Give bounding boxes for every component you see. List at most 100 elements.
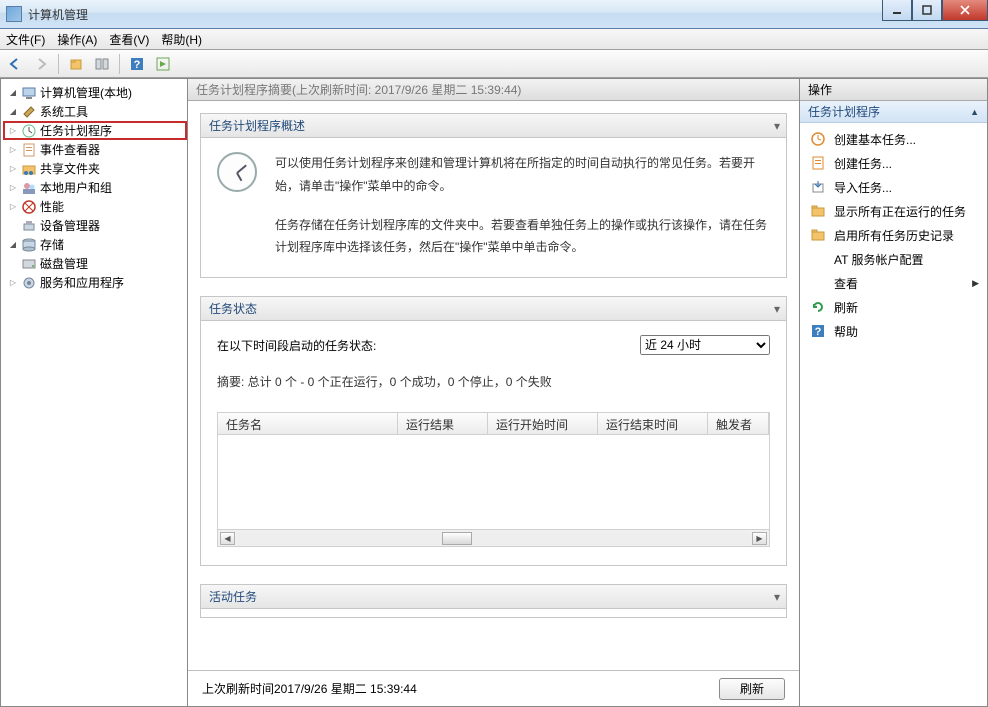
- help-button[interactable]: ?: [126, 53, 148, 75]
- tree-shared-folders-label: 共享文件夹: [40, 160, 100, 177]
- actions-subhead[interactable]: 任务计划程序 ▲: [800, 101, 987, 123]
- clock-icon: [21, 123, 37, 139]
- tree-local-users[interactable]: 本地用户和组: [5, 178, 187, 197]
- storage-icon: [21, 237, 37, 253]
- active-tasks-title: 活动任务: [209, 588, 257, 605]
- forward-button[interactable]: [30, 53, 52, 75]
- tree-local-users-label: 本地用户和组: [40, 179, 112, 196]
- action-refresh[interactable]: 刷新: [800, 295, 987, 319]
- center-header: 任务计划程序摘要(上次刷新时间: 2017/9/26 星期二 15:39:44): [188, 79, 799, 101]
- window-title: 计算机管理: [28, 6, 88, 23]
- center-pane: 任务计划程序摘要(上次刷新时间: 2017/9/26 星期二 15:39:44)…: [187, 78, 800, 707]
- tree-shared-folders[interactable]: 共享文件夹: [5, 159, 187, 178]
- action-view[interactable]: 查看 ▶: [800, 271, 987, 295]
- menu-action[interactable]: 操作(A): [57, 31, 97, 48]
- shared-folder-icon: [21, 161, 37, 177]
- col-start[interactable]: 运行开始时间: [488, 413, 598, 434]
- col-name[interactable]: 任务名: [218, 413, 398, 434]
- scroll-thumb[interactable]: [442, 532, 472, 545]
- import-icon: [810, 179, 826, 195]
- toolbar-icon-2[interactable]: [91, 53, 113, 75]
- action-create-basic-task[interactable]: 创建基本任务...: [800, 127, 987, 151]
- action-at-account[interactable]: AT 服务帐户配置: [800, 247, 987, 271]
- toolbar-icon-3[interactable]: [152, 53, 174, 75]
- folder-icon: [810, 203, 826, 219]
- svg-text:?: ?: [815, 326, 822, 338]
- action-label: AT 服务帐户配置: [834, 251, 924, 268]
- action-create-task[interactable]: 创建任务...: [800, 151, 987, 175]
- action-label: 查看: [834, 275, 858, 292]
- overview-p2: 任务存储在任务计划程序库的文件夹中。若要查看单独任务上的操作或执行该操作，请在任…: [275, 214, 770, 260]
- action-help[interactable]: ? 帮助: [800, 319, 987, 343]
- tree-task-scheduler[interactable]: 任务计划程序: [3, 121, 187, 140]
- tree-root-label: 计算机管理(本地): [40, 84, 132, 101]
- tree-system-tools[interactable]: 系统工具: [5, 102, 187, 121]
- toolbar: ?: [0, 50, 988, 78]
- menu-bar: 文件(F) 操作(A) 查看(V) 帮助(H): [0, 29, 988, 50]
- blank-icon: [810, 251, 826, 267]
- menu-help[interactable]: 帮助(H): [161, 31, 202, 48]
- overview-p1: 可以使用任务计划程序来创建和管理计算机将在所指定的时间自动执行的常见任务。若要开…: [275, 152, 770, 198]
- status-summary: 摘要: 总计 0 个 - 0 个正在运行，0 个成功，0 个停止，0 个失败: [217, 373, 770, 390]
- col-result[interactable]: 运行结果: [398, 413, 488, 434]
- active-tasks-group: 活动任务 ▾: [200, 584, 787, 618]
- action-label: 帮助: [834, 323, 858, 340]
- task-status-group: 任务状态 ▾ 在以下时间段启动的任务状态: 近 24 小时 摘要: 总计 0 个…: [200, 296, 787, 566]
- last-refresh-time: 上次刷新时间2017/9/26 星期二 15:39:44: [202, 680, 417, 697]
- tree-event-viewer[interactable]: 事件查看器: [5, 140, 187, 159]
- title-bar: 计算机管理: [0, 0, 988, 29]
- help-icon: ?: [810, 323, 826, 339]
- overview-group: 任务计划程序概述 ▾ 可以使用任务计划程序来创建和管理计算机将在所指定的时间自动…: [200, 113, 787, 278]
- app-icon: [6, 6, 22, 22]
- col-end[interactable]: 运行结束时间: [598, 413, 708, 434]
- menu-file[interactable]: 文件(F): [6, 31, 45, 48]
- action-import-task[interactable]: 导入任务...: [800, 175, 987, 199]
- menu-view[interactable]: 查看(V): [109, 31, 149, 48]
- tree-storage-label: 存储: [40, 236, 64, 253]
- tree-pane: 计算机管理(本地) 系统工具 任务计划程序 事件查看器 共享文件夹: [0, 78, 187, 707]
- maximize-button[interactable]: [912, 0, 942, 21]
- action-show-running[interactable]: 显示所有正在运行的任务: [800, 199, 987, 223]
- overview-title: 任务计划程序概述: [209, 117, 305, 134]
- collapse-icon[interactable]: ▾: [774, 119, 780, 133]
- action-label: 创建任务...: [834, 155, 892, 172]
- collapse-icon[interactable]: ▾: [774, 590, 780, 604]
- tree-device-manager-label: 设备管理器: [40, 217, 100, 234]
- tree-root[interactable]: 计算机管理(本地): [5, 83, 187, 102]
- services-icon: [21, 275, 37, 291]
- col-trigger[interactable]: 触发者: [708, 413, 769, 434]
- tree-system-tools-label: 系统工具: [40, 103, 88, 120]
- scroll-right-icon[interactable]: ▶: [752, 532, 767, 545]
- minimize-button[interactable]: [882, 0, 912, 21]
- back-button[interactable]: [4, 53, 26, 75]
- tree-task-scheduler-label: 任务计划程序: [40, 122, 112, 139]
- task-status-title: 任务状态: [209, 300, 257, 317]
- actions-pane: 操作 任务计划程序 ▲ 创建基本任务... 创建任务... 导入任务... 显示…: [800, 78, 988, 707]
- tree-event-viewer-label: 事件查看器: [40, 141, 100, 158]
- tree-services-apps-label: 服务和应用程序: [40, 274, 124, 291]
- device-icon: [21, 218, 37, 234]
- horizontal-scrollbar[interactable]: ◀ ▶: [218, 529, 769, 546]
- tree-storage[interactable]: 存储: [5, 235, 187, 254]
- collapse-icon: ▲: [970, 107, 979, 117]
- svg-text:?: ?: [134, 59, 141, 71]
- clock-orange-icon: [810, 131, 826, 147]
- status-label: 在以下时间段启动的任务状态:: [217, 337, 376, 354]
- scroll-left-icon[interactable]: ◀: [220, 532, 235, 545]
- refresh-button[interactable]: 刷新: [719, 678, 785, 700]
- folder-icon: [810, 227, 826, 243]
- action-label: 导入任务...: [834, 179, 892, 196]
- collapse-icon[interactable]: ▾: [774, 302, 780, 316]
- tree-services-apps[interactable]: 服务和应用程序: [5, 273, 187, 292]
- tree-disk-management[interactable]: 磁盘管理: [5, 254, 187, 273]
- tree-performance[interactable]: 性能: [5, 197, 187, 216]
- toolbar-icon-1[interactable]: [65, 53, 87, 75]
- action-enable-history[interactable]: 启用所有任务历史记录: [800, 223, 987, 247]
- performance-icon: [21, 199, 37, 215]
- timespan-select[interactable]: 近 24 小时: [640, 335, 770, 355]
- close-button[interactable]: [942, 0, 988, 21]
- disk-icon: [21, 256, 37, 272]
- actions-subhead-label: 任务计划程序: [808, 103, 880, 120]
- action-label: 刷新: [834, 299, 858, 316]
- tree-device-manager[interactable]: 设备管理器: [5, 216, 187, 235]
